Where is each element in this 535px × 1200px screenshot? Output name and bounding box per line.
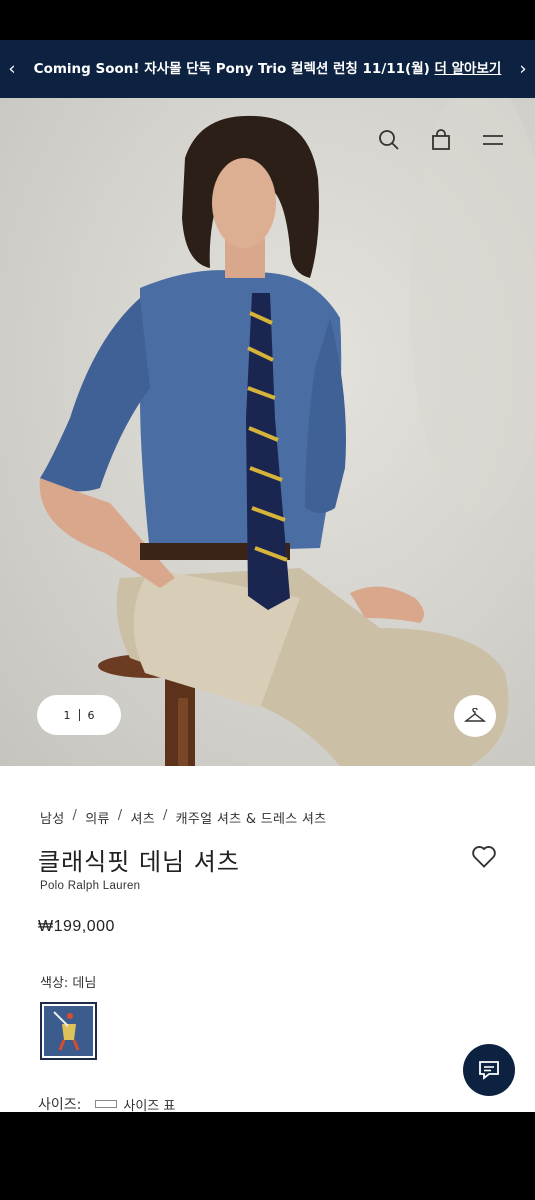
breadcrumb-item[interactable]: 캐주얼 셔츠 & 드레스 셔츠 bbox=[176, 808, 327, 827]
search-icon[interactable] bbox=[377, 128, 401, 152]
hanger-button[interactable] bbox=[454, 695, 496, 737]
breadcrumb-item[interactable]: 남성 bbox=[40, 808, 65, 827]
breadcrumb-separator: / bbox=[117, 808, 123, 823]
navigation-bar bbox=[0, 1112, 535, 1200]
product-image-gallery[interactable]: 1 6 bbox=[0, 98, 535, 766]
product-title: 클래식핏 데님 셔츠 bbox=[38, 848, 240, 876]
product-photo bbox=[39, 98, 535, 766]
size-row: 사이즈: 사이즈 표 bbox=[38, 1094, 175, 1114]
size-label: 사이즈: bbox=[38, 1097, 82, 1113]
breadcrumb-item[interactable]: 셔츠 bbox=[130, 808, 155, 827]
product-details: 남성 / 의류 / 셔츠 / 캐주얼 셔츠 & 드레스 셔츠 클래식핏 데님 셔… bbox=[0, 766, 535, 1114]
status-bar bbox=[0, 0, 535, 40]
promo-message: Coming Soon! 자사몰 단독 Pony Trio 컬렉션 런칭 11/… bbox=[23, 59, 513, 79]
breadcrumb-item[interactable]: 의류 bbox=[85, 808, 110, 827]
shopping-bag-icon[interactable] bbox=[429, 128, 453, 152]
header-icons bbox=[377, 128, 505, 152]
color-swatch-denim[interactable] bbox=[40, 1002, 97, 1060]
swatch-image bbox=[44, 1006, 93, 1056]
promo-link[interactable]: 더 알아보기 bbox=[435, 61, 502, 77]
breadcrumb-separator: / bbox=[162, 808, 168, 823]
pager-separator bbox=[78, 709, 80, 721]
promo-text: Coming Soon! 자사몰 단독 Pony Trio 컬렉션 런칭 11/… bbox=[33, 61, 430, 77]
color-label: 색상: 데님 bbox=[40, 976, 97, 991]
pager-total: 6 bbox=[87, 708, 95, 722]
gallery-pager: 1 6 bbox=[37, 695, 121, 735]
chat-icon bbox=[479, 1061, 499, 1080]
breadcrumb: 남성 / 의류 / 셔츠 / 캐주얼 셔츠 & 드레스 셔츠 bbox=[40, 808, 326, 827]
pager-current: 1 bbox=[63, 708, 71, 722]
polo-pony-icon bbox=[53, 1011, 80, 1051]
ruler-icon bbox=[95, 1100, 118, 1108]
promo-banner: ‹ Coming Soon! 자사몰 단독 Pony Trio 컬렉션 런칭 1… bbox=[0, 40, 535, 98]
chevron-right-icon[interactable]: › bbox=[513, 59, 533, 80]
breadcrumb-separator: / bbox=[72, 808, 78, 823]
size-chart-label: 사이즈 표 bbox=[123, 1098, 176, 1114]
product-brand: Polo Ralph Lauren bbox=[40, 880, 141, 892]
chat-button[interactable] bbox=[463, 1044, 515, 1096]
product-price: ₩199,000 bbox=[38, 918, 115, 935]
size-chart-link[interactable]: 사이즈 표 bbox=[95, 1095, 175, 1114]
chevron-left-icon[interactable]: ‹ bbox=[2, 59, 22, 80]
menu-icon[interactable] bbox=[481, 128, 505, 152]
heart-icon[interactable] bbox=[470, 842, 498, 870]
hanger-icon bbox=[464, 708, 486, 722]
